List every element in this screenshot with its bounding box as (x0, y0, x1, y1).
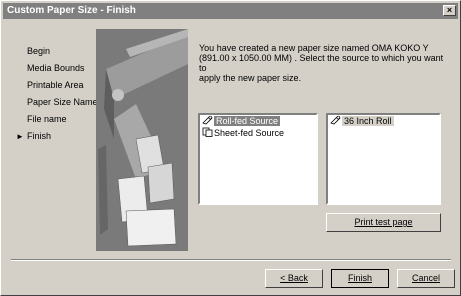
wizard-steps: Begin Media Bounds Printable Area Paper … (16, 45, 98, 147)
source-listbox[interactable]: Roll-fed Source Sheet-fed Source (198, 113, 318, 205)
description-text: You have created a new paper size named … (199, 43, 444, 83)
step-finish: ► Finish (16, 131, 52, 141)
finish-button[interactable]: Finish (331, 269, 389, 288)
window-title: Custom Paper Size - Finish (7, 5, 136, 16)
title-bar: Custom Paper Size - Finish × (3, 3, 458, 19)
step-begin: Begin (27, 46, 51, 56)
close-button[interactable]: × (443, 5, 456, 16)
plotter-illustration (96, 29, 188, 251)
current-step-marker-icon: ► (16, 132, 24, 141)
step-media-bounds: Media Bounds (27, 63, 85, 73)
target-listbox[interactable]: 36 Inch Roll (326, 113, 441, 205)
close-icon: × (446, 5, 453, 15)
step-file-name: File name (27, 114, 67, 124)
list-item-36-inch-roll[interactable]: 36 Inch Roll (328, 115, 439, 127)
back-button[interactable]: < Back (265, 269, 323, 288)
dialog-window: Custom Paper Size - Finish × Begin Media… (0, 0, 461, 296)
roll-icon (330, 115, 342, 128)
cancel-button[interactable]: Cancel (397, 269, 455, 288)
list-item-sheet-fed-source[interactable]: Sheet-fed Source (200, 127, 316, 139)
plotter-illustration-icon (96, 29, 188, 251)
footer-separator (11, 259, 451, 261)
step-printable-area: Printable Area (27, 80, 84, 90)
print-test-page-button[interactable]: Print test page (326, 213, 441, 232)
step-paper-size-name: Paper Size Name (27, 97, 98, 107)
sheet-icon (202, 127, 214, 140)
list-item-roll-fed-source[interactable]: Roll-fed Source (200, 115, 316, 127)
